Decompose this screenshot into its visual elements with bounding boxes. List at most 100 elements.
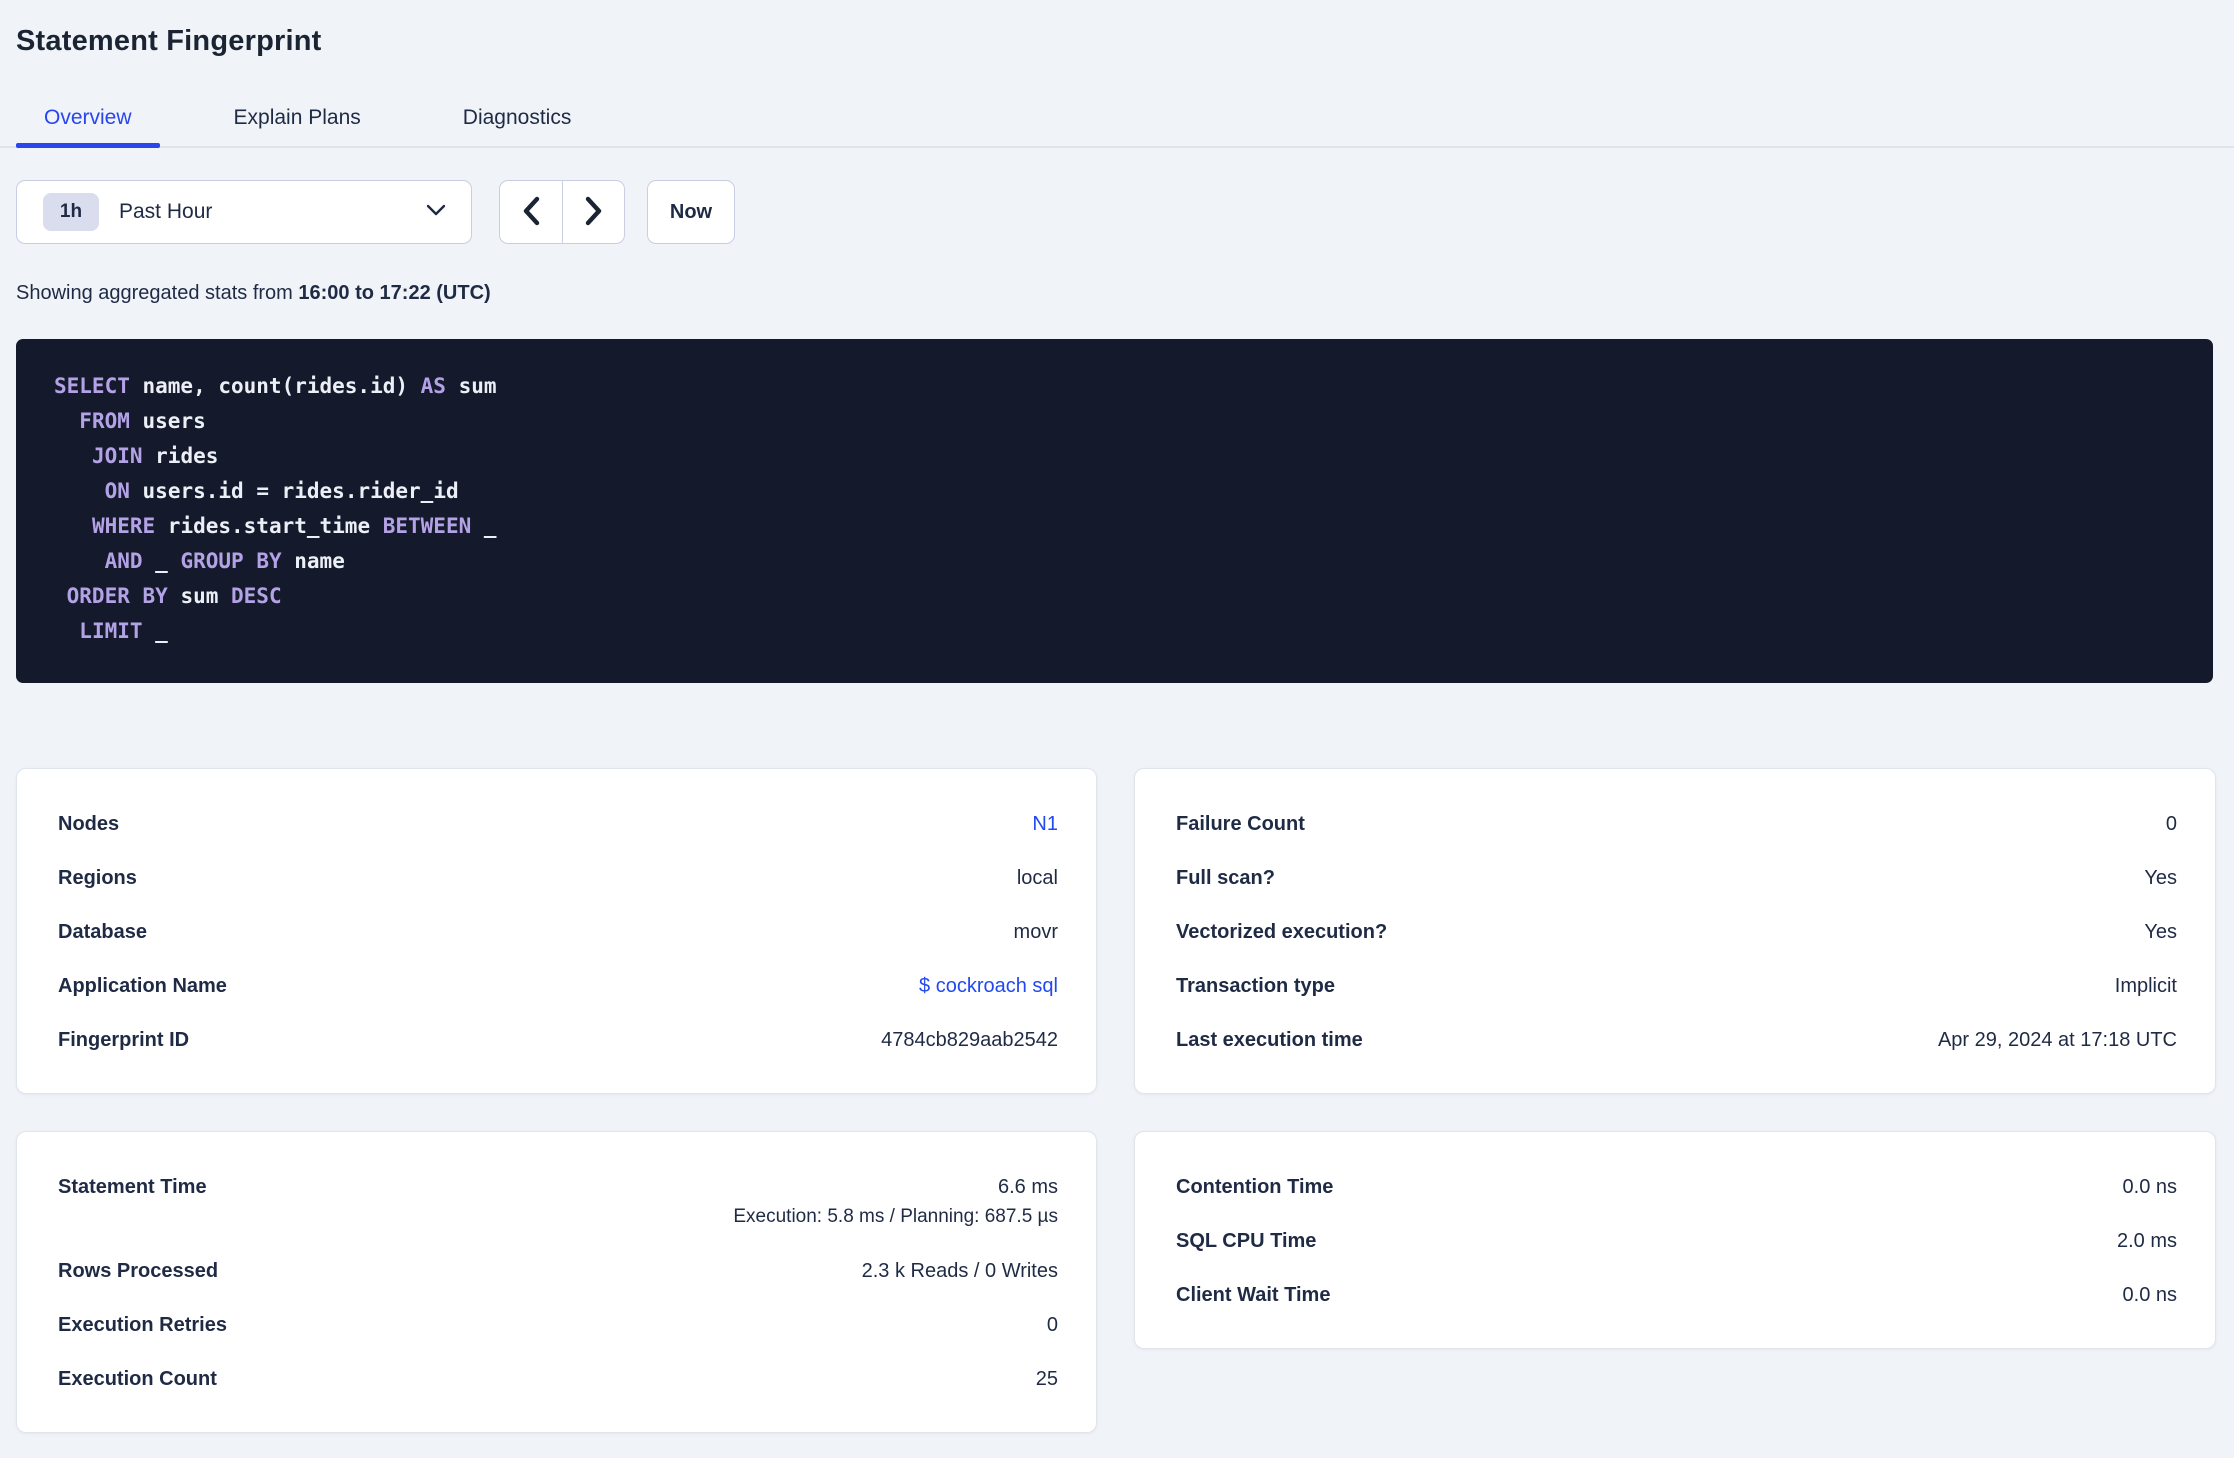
now-button[interactable]: Now xyxy=(647,180,735,244)
row-value-wrap: $ cockroach sql xyxy=(919,972,1058,1000)
row-value: 0.0 ns xyxy=(2122,1284,2177,1306)
row-value: 4784cb829aab2542 xyxy=(881,1029,1058,1051)
sql-line: FROM users xyxy=(54,404,2183,439)
card-row: Contention Time 0.0 ns xyxy=(1176,1160,2177,1214)
tab-overview[interactable]: Overview xyxy=(16,106,160,148)
card-row: Transaction type Implicit xyxy=(1176,959,2177,1013)
time-interval-select[interactable]: 1h Past Hour xyxy=(16,180,472,244)
sql-text: name, count(rides.id) xyxy=(129,374,421,398)
sql-line: ON users.id = rides.rider_id xyxy=(54,474,2183,509)
time-nav-group xyxy=(499,180,625,244)
statement-details-card: Nodes N1 Regions local Database movr Applicati… xyxy=(16,768,1097,1094)
next-interval-button[interactable] xyxy=(562,180,625,244)
card-row: Last execution time Apr 29, 2024 at 17:18… xyxy=(1176,1013,2177,1067)
chevron-down-icon xyxy=(426,203,446,221)
row-value-wrap: 4784cb829aab2542 xyxy=(881,1026,1058,1054)
sql-text: name xyxy=(281,549,345,573)
sql-keyword: ON xyxy=(104,479,130,503)
card-row: Full scan? Yes xyxy=(1176,851,2177,905)
sql-text: sum xyxy=(167,584,232,608)
row-value: Implicit xyxy=(2114,975,2177,997)
card-row: Client Wait Time 0.0 ns xyxy=(1176,1268,2177,1322)
sql-keyword: WHERE xyxy=(91,514,156,538)
sql-keyword: FROM xyxy=(79,409,130,433)
previous-interval-button[interactable] xyxy=(499,180,562,244)
page-title: Statement Fingerprint xyxy=(16,25,322,57)
row-value-wrap: N1 xyxy=(1032,810,1058,838)
card-row: Regions local xyxy=(58,851,1058,905)
row-value-wrap: 2.0 ms xyxy=(2117,1227,2177,1255)
card-row: Vectorized execution? Yes xyxy=(1176,905,2177,959)
card-row: Rows Processed 2.3 k Reads / 0 Writes xyxy=(58,1244,1058,1298)
row-label: Fingerprint ID xyxy=(58,1029,190,1051)
card-row: Application Name $ cockroach sql xyxy=(58,959,1058,1013)
card-row: Database movr xyxy=(58,905,1058,959)
sql-text: rides xyxy=(142,444,219,468)
sql-keyword: JOIN xyxy=(91,444,143,468)
row-value: 2.3 k Reads / 0 Writes xyxy=(861,1260,1058,1282)
statement-fingerprint-page: Statement Fingerprint Overview Explain P… xyxy=(0,0,2234,1458)
row-value-wrap: Implicit xyxy=(2115,972,2177,1000)
row-label: Execution Retries xyxy=(58,1314,227,1336)
row-value-link[interactable]: $ cockroach sql xyxy=(919,972,1058,1000)
execution-stats-card: Statement Time 6.6 ms Execution: 5.8 ms / … xyxy=(16,1131,1097,1433)
row-label: Rows Processed xyxy=(58,1260,219,1282)
row-label: Full scan? xyxy=(1176,867,1275,889)
row-value-wrap: movr xyxy=(1014,918,1058,946)
row-value: 0 xyxy=(2165,813,2177,835)
card-row: Failure Count 0 xyxy=(1176,797,2177,851)
row-label: Contention Time xyxy=(1176,1176,1334,1198)
overview-cards-row: Nodes N1 Regions local Database movr Applicati… xyxy=(16,768,2216,1094)
sql-keyword: ORDER BY xyxy=(66,584,168,608)
row-label: Last execution time xyxy=(1176,1029,1363,1051)
sql-keyword: SELECT xyxy=(54,374,130,398)
row-value: Yes xyxy=(2144,921,2177,943)
row-label: Failure Count xyxy=(1176,813,1305,835)
card-row: Statement Time 6.6 ms Execution: 5.8 ms / … xyxy=(58,1160,1058,1244)
row-value-wrap: 0 xyxy=(1047,1311,1058,1339)
row-value-wrap: Yes xyxy=(2144,918,2177,946)
row-value-link[interactable]: N1 xyxy=(1032,810,1058,838)
card-row: Nodes N1 xyxy=(58,797,1058,851)
sql-text: _ xyxy=(142,549,181,573)
sql-line: SELECT name, count(rides.id) AS sum xyxy=(54,369,2183,404)
row-value: movr xyxy=(1013,921,1058,943)
wait-time-stats-card: Contention Time 0.0 ns SQL CPU Time 2.0 ms C… xyxy=(1134,1131,2216,1349)
card-row: Execution Count 25 xyxy=(58,1352,1058,1406)
row-label: Database xyxy=(58,921,147,943)
row-value-wrap: 6.6 ms Execution: 5.8 ms / Planning: 687.… xyxy=(733,1173,1058,1231)
sql-text: users.id = rides.rider_id xyxy=(129,479,459,503)
aggregated-stats-caption: Showing aggregated stats from 16:00 to 1… xyxy=(16,282,2234,305)
row-value-wrap: Apr 29, 2024 at 17:18 UTC xyxy=(1938,1026,2177,1054)
row-label: Regions xyxy=(58,867,137,889)
row-value-wrap: 0.0 ns xyxy=(2123,1173,2177,1201)
sql-keyword: DESC xyxy=(231,584,282,608)
row-label: Statement Time xyxy=(58,1176,207,1198)
row-value-wrap: local xyxy=(1017,864,1058,892)
sql-line: WHERE rides.start_time BETWEEN _ xyxy=(54,509,2183,544)
row-value: local xyxy=(1016,867,1058,889)
sql-text: users xyxy=(129,409,206,433)
sql-keyword: AND xyxy=(104,549,143,573)
sql-keyword: AS xyxy=(420,374,446,398)
row-value: 0 xyxy=(1046,1314,1058,1336)
tab-diagnostics[interactable]: Diagnostics xyxy=(435,106,600,146)
sql-keyword: GROUP BY xyxy=(180,549,282,573)
row-label: Application Name xyxy=(58,975,227,997)
sql-text: _ xyxy=(471,514,497,538)
row-value-wrap: Yes xyxy=(2144,864,2177,892)
row-value-wrap: 0 xyxy=(2166,810,2177,838)
stats-cards-row: Statement Time 6.6 ms Execution: 5.8 ms / … xyxy=(16,1131,2216,1433)
sql-text: rides.start_time xyxy=(155,514,383,538)
tab-explain-plans[interactable]: Explain Plans xyxy=(206,106,389,146)
stats-caption-range: 16:00 to 17:22 (UTC) xyxy=(298,282,491,304)
row-value-wrap: 2.3 k Reads / 0 Writes xyxy=(862,1257,1058,1285)
sql-line: ORDER BY sum DESC xyxy=(54,579,2183,614)
card-row: Execution Retries 0 xyxy=(58,1298,1058,1352)
row-label: Client Wait Time xyxy=(1176,1284,1331,1306)
row-label: SQL CPU Time xyxy=(1176,1230,1317,1252)
row-value: Yes xyxy=(2144,867,2177,889)
row-value-wrap: 0.0 ns xyxy=(2123,1281,2177,1309)
row-value: 2.0 ms xyxy=(2116,1230,2177,1252)
sql-text: _ xyxy=(142,619,168,643)
